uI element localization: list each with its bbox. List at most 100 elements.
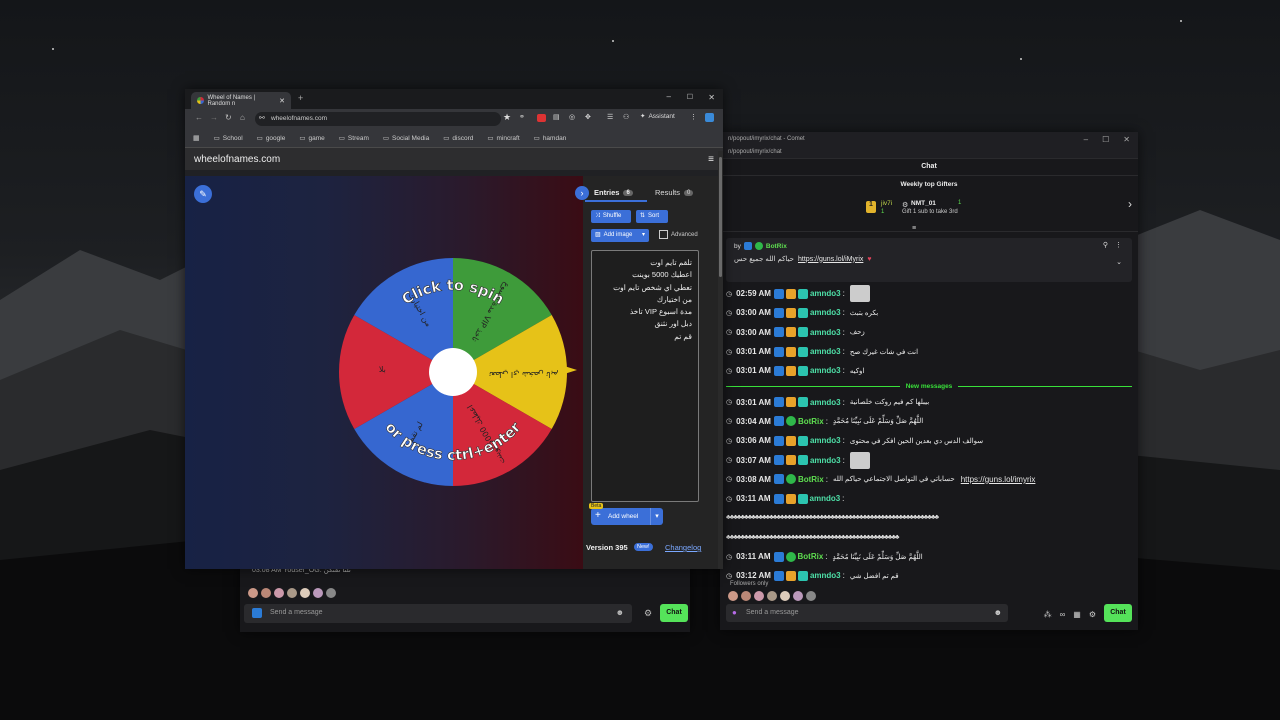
bookmark-5[interactable]: ▭ discord xyxy=(443,134,473,143)
url-bar[interactable]: ⚯ wheelofnames.com xyxy=(255,112,501,126)
extension-icon[interactable] xyxy=(705,113,714,122)
message-input[interactable]: ● Send a message ☻ xyxy=(726,604,1008,622)
message-input-2[interactable]: Send a message ☻ xyxy=(244,604,632,623)
maximize-icon[interactable]: ☐ xyxy=(687,93,693,101)
forward-icon[interactable]: → xyxy=(210,113,218,122)
apps-icon[interactable]: ▦ xyxy=(193,134,200,142)
chat-message[interactable]: ♣♣♣♣♣♣♣♣♣♣♣♣♣♣♣♣♣♣♣♣♣♣♣♣♣♣♣♣♣♣♣♣♣♣♣♣♣♣♣♣… xyxy=(726,508,1132,527)
more-icon[interactable]: ⋮ xyxy=(690,113,697,121)
chat-message[interactable]: ◷ 03:01 AM amndo3: انت في شات غيرك صح xyxy=(726,342,1132,361)
username[interactable]: BotRix xyxy=(798,552,824,561)
username[interactable]: BotRix xyxy=(798,475,824,484)
chat-message[interactable]: ◷ 02:59 AM amndo3: xyxy=(726,284,1132,303)
puzzle-icon[interactable]: ✥ xyxy=(585,113,591,121)
username[interactable]: amndo3 xyxy=(810,366,841,375)
more-icon[interactable]: ⋮ xyxy=(1115,241,1122,249)
tab-wheel-of-names[interactable]: Wheel of Names | Random n ✕ xyxy=(191,92,291,109)
emote-bar[interactable] xyxy=(248,588,336,598)
chat-message[interactable]: ◷ 03:00 AM amndo3: بكره بتبث xyxy=(726,303,1132,322)
close-icon[interactable]: ✕ xyxy=(1123,135,1130,144)
username[interactable]: amndo3 xyxy=(810,456,841,465)
tab-close-icon[interactable]: ✕ xyxy=(279,97,285,105)
minimize-icon[interactable]: – xyxy=(667,92,671,101)
emote-bar[interactable] xyxy=(728,591,816,601)
chat-message[interactable]: ◷ 03:04 AM BotRix: اللَّهُمَّ صَلِّ وَسَلِّ… xyxy=(726,412,1132,431)
chat-message[interactable]: ◷ 03:11 AM amndo3: xyxy=(726,489,1132,508)
chat-message[interactable]: ◷ 03:08 AM BotRix: حساباتي في التواصل الاجت… xyxy=(726,470,1132,489)
site-title[interactable]: wheelofnames.com xyxy=(194,154,280,165)
username[interactable]: BotRix xyxy=(798,417,824,426)
tab-entries[interactable]: Entries 6 xyxy=(594,188,633,197)
star-icon[interactable]: ★ xyxy=(503,112,511,123)
menu-lines-icon[interactable]: ☰ xyxy=(607,113,613,121)
collapse-panel-icon[interactable]: › xyxy=(575,186,589,200)
pin-icon[interactable]: ⚲ xyxy=(1103,241,1108,249)
username[interactable]: amndo3 xyxy=(810,571,841,580)
close-icon[interactable]: ✕ xyxy=(708,93,715,102)
wheel[interactable]: مدة اسبوع VIP تاخذتعطي اي شخص تايماعطيك … xyxy=(185,176,583,569)
hamburger-icon[interactable]: ≡ xyxy=(708,154,714,165)
message-link[interactable]: https://guns.lol/imyrix xyxy=(961,475,1036,484)
microphone-icon[interactable]: ● xyxy=(732,608,737,617)
profile-icon[interactable]: ⚇ xyxy=(623,113,629,121)
site-info-icon[interactable]: ⚯ xyxy=(259,112,265,126)
back-icon[interactable]: ← xyxy=(195,113,203,122)
home-icon[interactable]: ⌂ xyxy=(240,113,245,122)
gifter1-name[interactable]: jiv7i xyxy=(881,200,892,207)
sort-button[interactable]: ⇅ Sort xyxy=(636,210,668,223)
chevron-down-icon[interactable]: ⌄ xyxy=(1116,258,1122,266)
gifter2-name[interactable]: NMT_01 xyxy=(911,200,936,207)
emoji-icon[interactable]: ☻ xyxy=(994,608,1002,617)
username[interactable]: amndo3 xyxy=(810,436,841,445)
youtube-extension-icon[interactable] xyxy=(537,114,546,122)
link-icon[interactable]: ⚭ xyxy=(519,113,525,121)
collapse-icon[interactable]: ≡ xyxy=(912,225,916,232)
add-wheel-button[interactable]: Beta + Add wheel ▾ xyxy=(589,503,663,525)
assistant-button[interactable]: ✦ Assistant xyxy=(640,112,675,121)
username[interactable]: amndo3 xyxy=(810,308,841,317)
scrollbar[interactable] xyxy=(718,151,723,569)
extension-icon[interactable]: ▤ xyxy=(553,113,560,121)
bookmark-3[interactable]: ▭ Stream xyxy=(339,134,369,143)
bookmark-7[interactable]: ▭ hamdan xyxy=(534,134,567,143)
chat-message[interactable]: ◷ 03:01 AM amndo3: بيبلها كم فيم روكت خلصان… xyxy=(726,392,1132,411)
bookmark-4[interactable]: ▭ Social Media xyxy=(383,134,429,143)
address-bar[interactable]: n/popout/imyrix/chat xyxy=(720,146,1138,159)
shuffle-button[interactable]: ⤨ Shuffle xyxy=(591,210,631,223)
changelog-link[interactable]: Changelog xyxy=(665,543,701,552)
bookmark-0[interactable]: ▭ School xyxy=(214,134,243,143)
new-tab-icon[interactable]: + xyxy=(298,93,303,103)
minimize-icon[interactable]: – xyxy=(1084,135,1088,144)
advanced-checkbox[interactable]: Advanced xyxy=(659,230,698,239)
tab-results[interactable]: Results 0 xyxy=(655,188,694,197)
maximize-icon[interactable]: ☐ xyxy=(1102,135,1109,144)
bookmark-6[interactable]: ▭ mincraft xyxy=(487,134,519,143)
wheel-center[interactable] xyxy=(429,348,477,396)
link-icon[interactable]: ∞ xyxy=(1060,610,1066,619)
reload-icon[interactable]: ↻ xyxy=(225,113,232,122)
chat-message[interactable]: ♣♣♣♣♣♣♣♣♣♣♣♣♣♣♣♣♣♣♣♣♣♣♣♣♣♣♣♣♣♣♣♣♣♣♣♣♣♣♣♣… xyxy=(726,528,1132,547)
chat-message[interactable]: ◷ 03:00 AM amndo3: زحف xyxy=(726,323,1132,342)
chevron-right-icon[interactable]: › xyxy=(1128,197,1132,211)
share-icon[interactable]: ⁂ xyxy=(1044,610,1052,619)
username[interactable]: amndo3 xyxy=(810,289,841,298)
extension-icon[interactable]: ◎ xyxy=(569,113,575,121)
chat-message[interactable]: ◷ 03:07 AM amndo3: xyxy=(726,450,1132,469)
bookmark-2[interactable]: ▭ game xyxy=(299,134,324,143)
username[interactable]: amndo3 xyxy=(810,398,841,407)
settings-icon[interactable]: ⚙ xyxy=(644,608,652,619)
username[interactable]: amndo3 xyxy=(810,328,841,337)
settings-icon[interactable]: ⚙ xyxy=(1089,610,1096,619)
entries-textarea[interactable]: تلقم تايم اوت اعطيك 5000 بوينت تعطي اي شخص… xyxy=(591,250,699,502)
chevron-down-icon[interactable]: ▾ xyxy=(650,508,663,525)
pinned-message[interactable]: by BotRix حياكم الله جميع حس https://gun… xyxy=(726,238,1132,282)
chat-message[interactable]: ◷ 03:12 AM amndo3: قم تم افضل شي xyxy=(726,566,1132,585)
username[interactable]: amndo3 xyxy=(810,347,841,356)
scrollbar-thumb[interactable] xyxy=(719,157,722,277)
chat-send-button[interactable]: Chat xyxy=(1104,604,1132,622)
pinned-link[interactable]: https://guns.lol/iMyrix xyxy=(798,256,863,263)
emoji-icon[interactable]: ☻ xyxy=(616,608,624,617)
username[interactable]: amndo3 xyxy=(810,494,841,503)
chat-message[interactable]: ◷ 03:11 AM BotRix: اللَّهُمَّ صَلِّ وَسَلِّ… xyxy=(726,547,1132,566)
chat-message[interactable]: ◷ 03:01 AM amndo3: اوكيه xyxy=(726,361,1132,380)
